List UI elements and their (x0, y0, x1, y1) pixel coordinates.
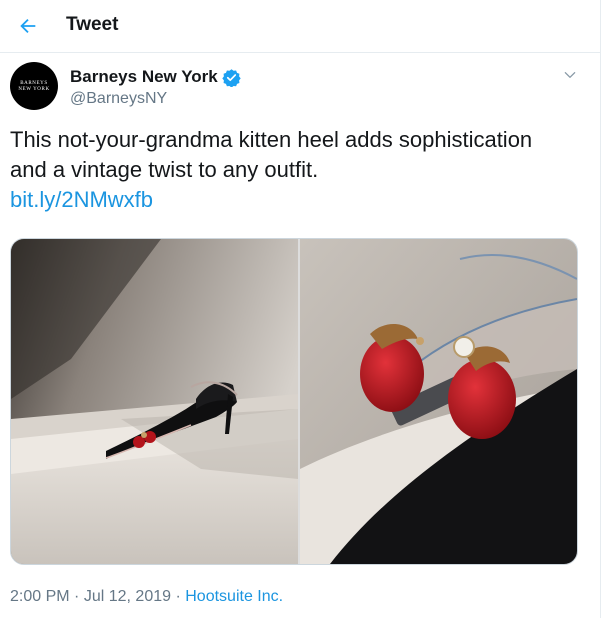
author-handle: @BarneysNY (70, 90, 168, 107)
tweet-body: This not-your-grandma kitten heel adds s… (10, 127, 533, 182)
photo-strawberry-closeup[interactable] (300, 239, 577, 564)
page-title: Tweet (66, 14, 119, 35)
chevron-down-icon (564, 72, 576, 78)
media-grid (10, 238, 578, 565)
tweet-source-link[interactable]: Hootsuite Inc. (185, 588, 283, 605)
shoe-on-pedestal-image (11, 239, 298, 564)
tweet-meta: 2:00 PM · Jul 12, 2019 · Hootsuite Inc. (10, 588, 283, 606)
avatar[interactable]: BARNEYS NEW YORK (10, 62, 58, 110)
verified-badge-icon (222, 68, 241, 87)
page-header: Tweet (0, 0, 600, 53)
author-display-name: Barneys New York (70, 67, 218, 86)
more-options-button[interactable] (558, 63, 582, 87)
tweet-text: This not-your-grandma kitten heel adds s… (10, 125, 570, 215)
tweet-link[interactable]: bit.ly/2NMwxfb (10, 185, 570, 215)
tweet-detail-page: Tweet BARNEYS NEW YORK Barneys New York … (0, 0, 601, 618)
tweet-date: Jul 12, 2019 (83, 588, 172, 605)
meta-separator: · (175, 588, 181, 605)
avatar-logo-line2: NEW YORK (18, 87, 50, 92)
avatar-logo-line1: BARNEYS (20, 81, 48, 86)
strawberry-closeup-image (300, 239, 577, 564)
back-arrow-icon (20, 18, 36, 34)
author-name-link[interactable]: Barneys New York (70, 67, 241, 87)
meta-separator: · (74, 588, 80, 605)
tweet-time: 2:00 PM (10, 588, 70, 605)
photo-shoe-pedestal[interactable] (11, 239, 298, 564)
back-button[interactable] (10, 8, 46, 44)
